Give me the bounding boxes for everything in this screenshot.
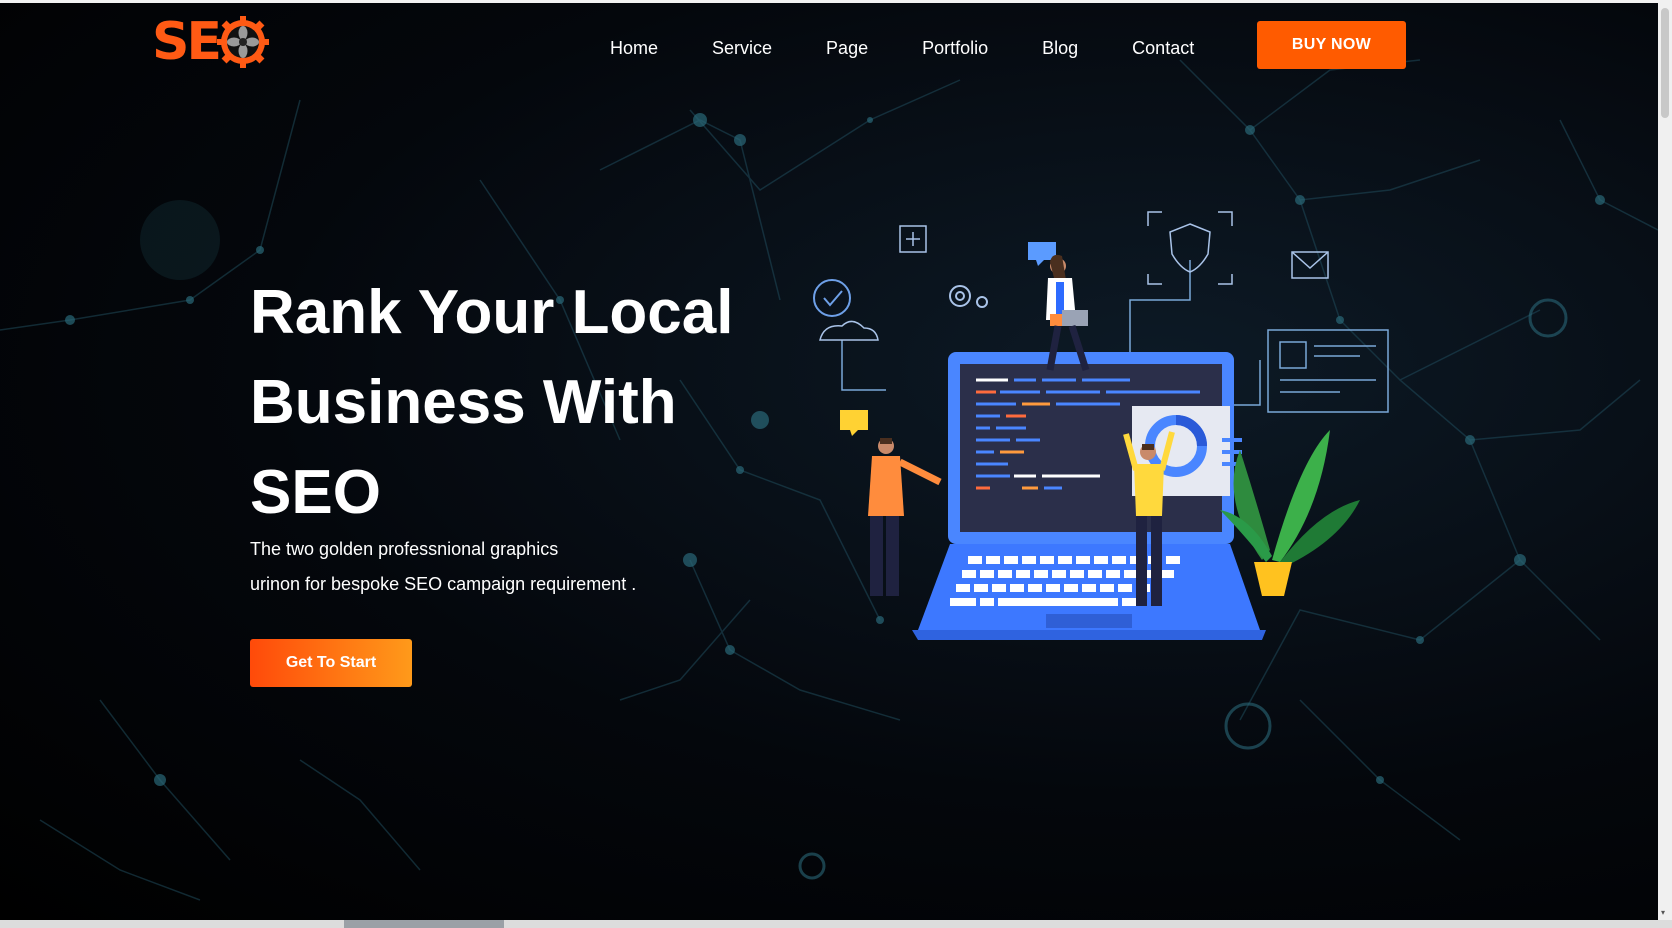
seo-illustration — [813, 211, 1389, 640]
site-logo[interactable]: SE — [152, 14, 269, 70]
cloud-icon — [819, 320, 879, 341]
browser-top-edge — [0, 0, 1672, 3]
laptop-illustration — [912, 352, 1266, 640]
taskbar-active-item[interactable] — [344, 920, 504, 928]
check-circle-icon — [813, 279, 851, 317]
nav-item-contact[interactable]: Contact — [1132, 38, 1194, 59]
nav-item-home[interactable]: Home — [610, 38, 658, 59]
taskbar — [0, 920, 1672, 928]
scrollbar-thumb[interactable] — [1661, 8, 1669, 118]
nav-item-page[interactable]: Page — [826, 38, 868, 59]
hero-title: Rank Your Local Business With SEO — [250, 268, 770, 538]
gear-icon — [949, 285, 988, 308]
person-illustration — [868, 438, 942, 596]
plus-box-icon — [899, 225, 927, 253]
hero-subtitle-line: The two golden professnional graphics — [250, 539, 559, 559]
logo-text: SE — [152, 12, 222, 72]
plant-icon — [1220, 430, 1360, 596]
main-nav: Home Service Page Portfolio Blog Contact — [610, 38, 1194, 59]
nav-item-portfolio[interactable]: Portfolio — [922, 38, 988, 59]
page-scrollbar[interactable]: ▾ — [1658, 0, 1672, 920]
nav-item-blog[interactable]: Blog — [1042, 38, 1078, 59]
hero-subtitle-line: urinon for bespoke SEO campaign requirem… — [250, 574, 637, 594]
browser-window-icon — [1267, 329, 1389, 413]
get-to-start-button[interactable]: Get To Start — [250, 639, 412, 687]
buy-now-button[interactable]: BUY NOW — [1257, 21, 1406, 69]
gear-icon — [216, 16, 269, 68]
scroll-down-arrow-icon[interactable]: ▾ — [1661, 909, 1669, 917]
hero-subtitle: The two golden professnional graphics ur… — [250, 532, 770, 602]
hero-title-line: Business With — [250, 368, 677, 437]
nav-item-service[interactable]: Service — [712, 38, 772, 59]
hero-title-line: Rank Your Local — [250, 278, 734, 347]
chat-bubble-icon — [840, 410, 868, 430]
page-background: SE Home Service Page Portfolio Blog Cont… — [0, 0, 1658, 920]
hero-title-line: SEO — [250, 458, 381, 527]
chat-bubble-icon — [1028, 242, 1056, 260]
mail-icon — [1291, 251, 1329, 279]
